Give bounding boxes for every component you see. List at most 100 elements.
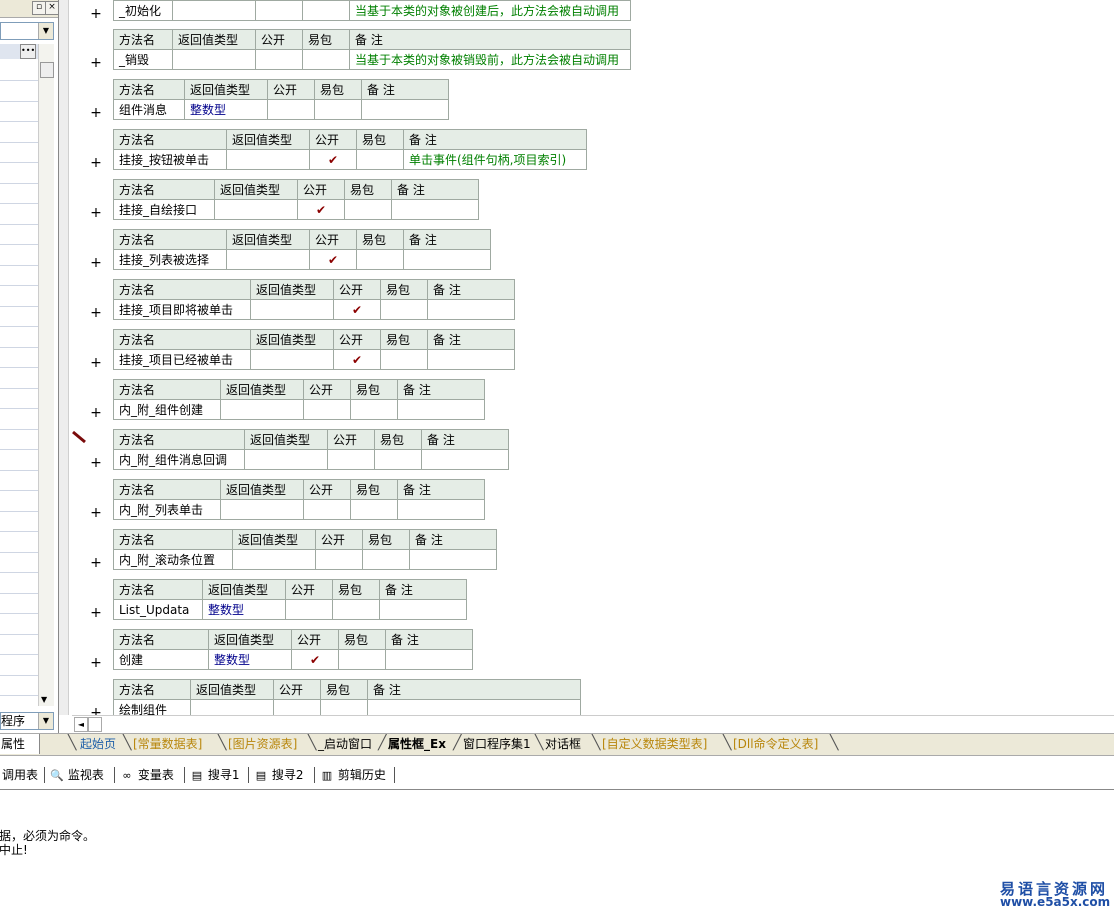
method-name-cell[interactable]: 挂接_按钮被单击	[113, 149, 227, 170]
note-cell[interactable]	[367, 699, 581, 715]
return-type-cell[interactable]	[250, 299, 334, 320]
expand-method-icon[interactable]: +	[89, 456, 103, 470]
easy-pack-cell[interactable]	[344, 199, 392, 220]
public-check-cell[interactable]: ✔	[333, 299, 381, 320]
property-row[interactable]	[0, 265, 38, 286]
note-cell[interactable]	[379, 599, 467, 620]
expand-method-icon[interactable]: +	[89, 306, 103, 320]
property-row[interactable]	[0, 60, 38, 81]
easy-pack-cell[interactable]	[380, 349, 428, 370]
property-row[interactable]	[0, 675, 38, 696]
toolbar-button-2[interactable]: 🔍 监视表	[50, 767, 104, 783]
easy-pack-cell[interactable]	[380, 299, 428, 320]
easy-pack-cell[interactable]	[374, 449, 422, 470]
return-type-cell[interactable]	[220, 499, 304, 520]
easy-pack-cell[interactable]	[302, 49, 350, 70]
easy-pack-cell[interactable]	[362, 549, 410, 570]
easy-pack-cell[interactable]	[320, 699, 368, 715]
easy-pack-cell[interactable]	[314, 99, 362, 120]
property-row[interactable]	[0, 347, 38, 368]
property-row[interactable]	[0, 81, 38, 102]
public-check-cell[interactable]	[315, 549, 363, 570]
expand-method-icon[interactable]: +	[89, 56, 103, 70]
property-row[interactable]	[0, 470, 38, 491]
property-row[interactable]	[0, 306, 38, 327]
tab-startup-window[interactable]: _启动窗口	[318, 736, 372, 753]
expand-method-icon[interactable]: +	[89, 156, 103, 170]
note-cell[interactable]	[427, 299, 515, 320]
method-name-cell[interactable]: List_Updata	[113, 599, 203, 620]
close-panel-button[interactable]: ×	[45, 1, 58, 15]
expand-method-icon[interactable]: +	[89, 406, 103, 420]
method-name-cell[interactable]: 挂接_项目已经被单击	[113, 349, 251, 370]
expand-method-icon[interactable]: +	[89, 506, 103, 520]
toolbar-button-3[interactable]: ∞ 变量表	[120, 767, 173, 783]
return-type-cell[interactable]	[190, 699, 274, 715]
expand-method-icon[interactable]: +	[89, 206, 103, 220]
property-row[interactable]	[0, 101, 38, 122]
public-check-cell[interactable]	[255, 0, 303, 21]
tab-property-box-ex[interactable]: 属性框_Ex	[388, 736, 446, 753]
note-cell[interactable]	[403, 249, 491, 270]
method-name-cell[interactable]: 挂接_项目即将被单击	[113, 299, 251, 320]
property-row[interactable]	[0, 593, 38, 614]
program-combo[interactable]: 程序 ▼	[0, 712, 54, 730]
method-name-cell[interactable]: 绘制组件	[113, 699, 191, 715]
method-name-cell[interactable]: 内_附_组件创建	[113, 399, 221, 420]
ellipsis-button[interactable]: •••	[20, 44, 36, 59]
horizontal-scrollbar[interactable]: ◄	[72, 715, 1114, 732]
method-name-cell[interactable]: 内_附_滚动条位置	[113, 549, 233, 570]
method-name-cell[interactable]: _初始化	[113, 0, 173, 21]
public-check-cell[interactable]	[255, 49, 303, 70]
return-type-cell[interactable]	[220, 399, 304, 420]
property-row[interactable]	[0, 429, 38, 450]
property-row[interactable]	[0, 614, 38, 635]
note-cell[interactable]: 单击事件(组件句柄,项目索引)	[403, 149, 587, 170]
tab-image-resources[interactable]: [图片资源表]	[228, 736, 297, 753]
property-row[interactable]	[0, 204, 38, 225]
note-cell[interactable]: 当基于本类的对象被创建后，此方法会被自动调用	[349, 0, 631, 21]
property-row[interactable]	[0, 142, 38, 163]
method-name-cell[interactable]: 挂接_列表被选择	[113, 249, 227, 270]
public-check-cell[interactable]: ✔	[297, 199, 345, 220]
property-row[interactable]	[0, 122, 38, 143]
public-check-cell[interactable]	[285, 599, 333, 620]
property-row[interactable]	[0, 552, 38, 573]
tab-window-assembly-1[interactable]: 窗口程序集1	[463, 736, 531, 753]
property-row[interactable]	[0, 286, 38, 307]
expand-method-icon[interactable]: +	[89, 106, 103, 120]
method-name-cell[interactable]: _销毁	[113, 49, 173, 70]
property-row[interactable]	[0, 655, 38, 676]
public-check-cell[interactable]: ✔	[291, 649, 339, 670]
expand-method-icon[interactable]: +	[89, 556, 103, 570]
method-name-cell[interactable]: 创建	[113, 649, 209, 670]
public-check-cell[interactable]	[303, 399, 351, 420]
property-row[interactable]	[0, 327, 38, 348]
public-check-cell[interactable]	[303, 499, 351, 520]
toolbar-button-1[interactable]: 调用表	[2, 767, 38, 783]
property-row[interactable]	[0, 573, 38, 594]
property-row[interactable]	[0, 409, 38, 430]
public-check-cell[interactable]	[267, 99, 315, 120]
property-row[interactable]	[0, 183, 38, 204]
public-check-cell[interactable]	[273, 699, 321, 715]
property-row[interactable]	[0, 245, 38, 266]
public-check-cell[interactable]: ✔	[309, 249, 357, 270]
expand-method-icon[interactable]: +	[89, 356, 103, 370]
note-cell[interactable]	[397, 399, 485, 420]
expand-method-icon[interactable]: +	[89, 256, 103, 270]
property-row[interactable]	[0, 450, 38, 471]
note-cell[interactable]	[397, 499, 485, 520]
note-cell[interactable]	[421, 449, 509, 470]
expand-method-icon[interactable]: +	[89, 606, 103, 620]
return-type-cell[interactable]	[226, 249, 310, 270]
tab-custom-types[interactable]: [自定义数据类型表]	[602, 736, 707, 753]
property-scrollbar[interactable]: ▼	[38, 44, 54, 706]
easy-pack-cell[interactable]	[350, 399, 398, 420]
return-type-cell[interactable]	[214, 199, 298, 220]
expand-method-icon[interactable]: +	[89, 656, 103, 670]
tab-dll-commands[interactable]: [Dll命令定义表]	[733, 736, 818, 753]
property-row[interactable]	[0, 511, 38, 532]
easy-pack-cell[interactable]	[332, 599, 380, 620]
property-row[interactable]	[0, 224, 38, 245]
